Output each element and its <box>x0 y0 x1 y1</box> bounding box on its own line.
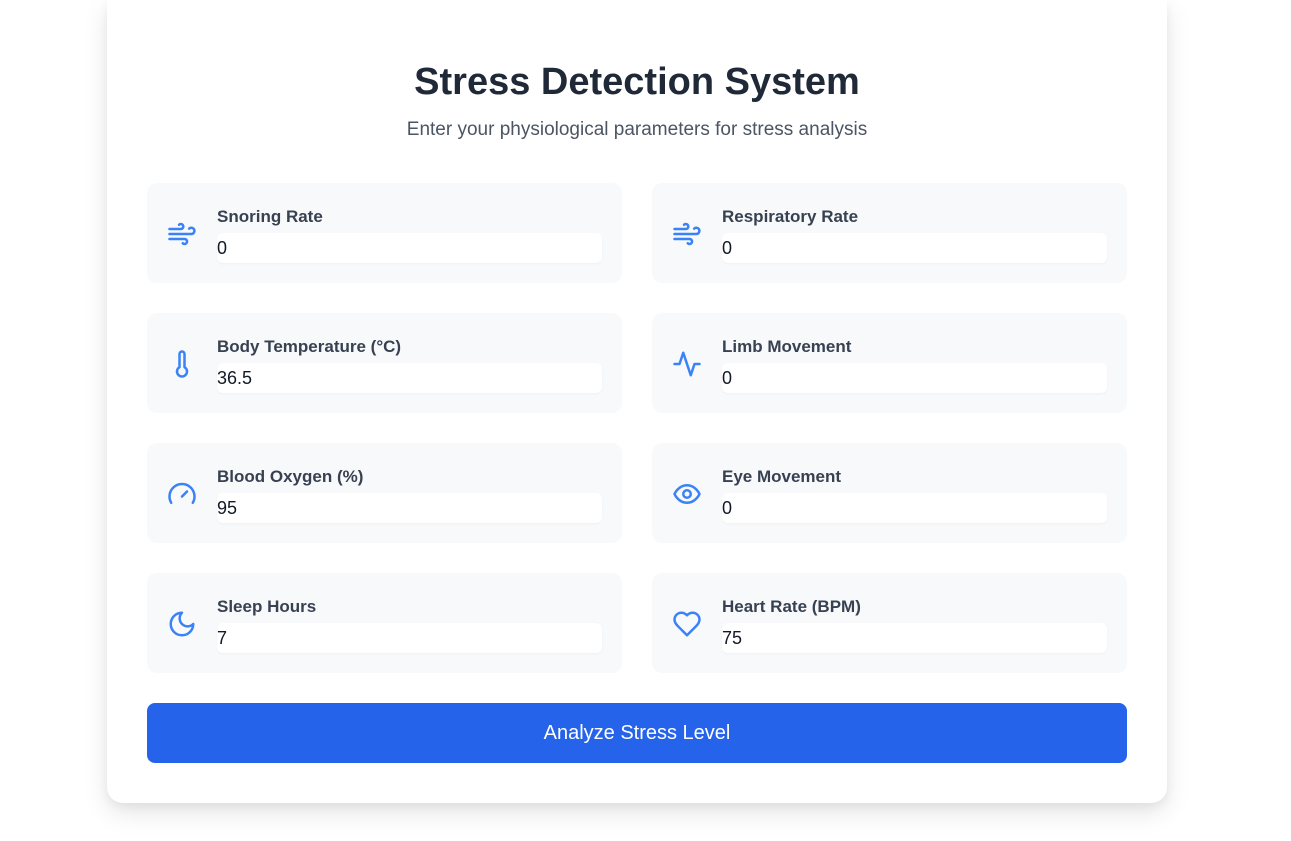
parameter-grid: Snoring Rate Respiratory Rate Body Tempe… <box>147 183 1127 673</box>
snoring-rate-label: Snoring Rate <box>217 207 323 226</box>
blood-oxygen-label: Blood Oxygen (%) <box>217 467 364 486</box>
heart-rate-input[interactable] <box>722 623 1107 653</box>
activity-icon <box>670 349 704 379</box>
heart-icon <box>670 609 704 639</box>
field-eye-movement: Eye Movement <box>652 443 1127 543</box>
field-blood-oxygen: Blood Oxygen (%) <box>147 443 622 543</box>
analyze-stress-button[interactable]: Analyze Stress Level <box>147 703 1127 763</box>
respiratory-rate-input[interactable] <box>722 233 1107 263</box>
page-title: Stress Detection System <box>414 61 860 103</box>
wind-icon <box>670 219 704 249</box>
eye-icon <box>670 479 704 509</box>
stress-form-card: Stress Detection System Enter your physi… <box>107 0 1167 803</box>
thermometer-icon <box>165 349 199 379</box>
sleep-hours-input[interactable] <box>217 623 602 653</box>
body-temperature-label: Body Temperature (°C) <box>217 337 402 356</box>
field-body-temperature: Body Temperature (°C) <box>147 313 622 413</box>
eye-movement-input[interactable] <box>722 493 1107 523</box>
field-respiratory-rate: Respiratory Rate <box>652 183 1127 283</box>
sleep-hours-label: Sleep Hours <box>217 597 317 616</box>
limb-movement-label: Limb Movement <box>722 337 852 356</box>
body-temperature-input[interactable] <box>217 363 602 393</box>
gauge-icon <box>165 479 199 509</box>
moon-icon <box>165 609 199 639</box>
eye-movement-label: Eye Movement <box>722 467 842 486</box>
heart-rate-label: Heart Rate (BPM) <box>722 597 861 616</box>
field-heart-rate: Heart Rate (BPM) <box>652 573 1127 673</box>
page-subtitle: Enter your physiological parameters for … <box>406 119 868 140</box>
respiratory-rate-label: Respiratory Rate <box>722 207 859 226</box>
limb-movement-input[interactable] <box>722 363 1107 393</box>
field-limb-movement: Limb Movement <box>652 313 1127 413</box>
field-sleep-hours: Sleep Hours <box>147 573 622 673</box>
wind-icon <box>165 219 199 249</box>
snoring-rate-input[interactable] <box>217 233 602 263</box>
field-snoring-rate: Snoring Rate <box>147 183 622 283</box>
blood-oxygen-input[interactable] <box>217 493 602 523</box>
